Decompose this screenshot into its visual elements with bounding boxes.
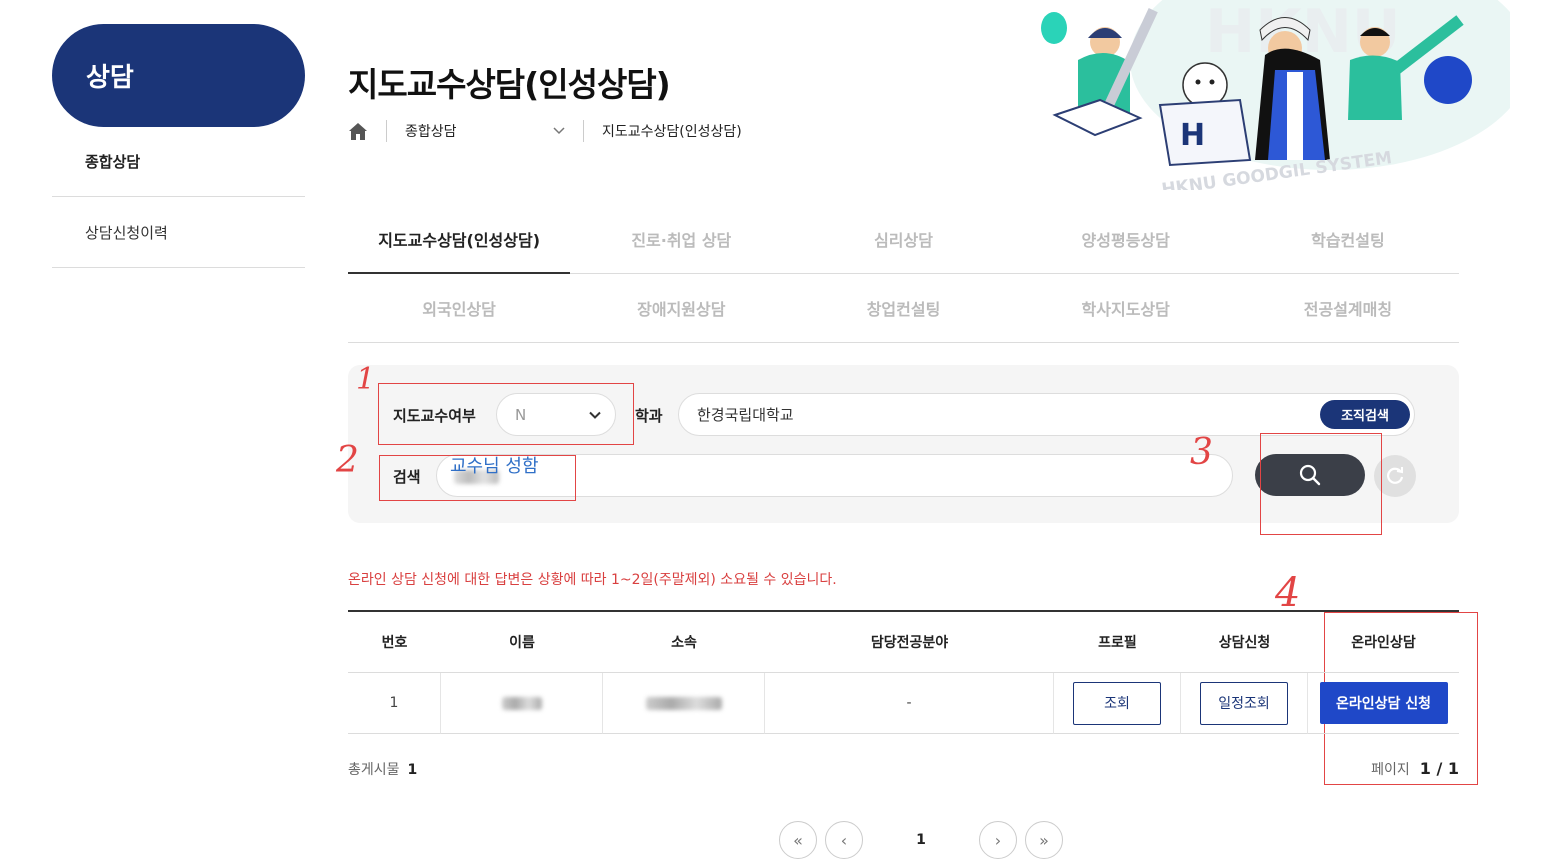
table-row: 1 - 조회 일정조회 온라인상담 신청 <box>348 673 1459 734</box>
total-label: 총게시물 <box>348 762 400 778</box>
total-value: 1 <box>407 762 418 778</box>
svg-text:H: H <box>1180 118 1205 153</box>
last-page-button[interactable]: » <box>1025 821 1063 859</box>
redacted-affiliation <box>645 696 722 710</box>
dept-value: 한경국립대학교 <box>697 406 794 424</box>
pagination: « ‹ 1 › » <box>779 821 1071 859</box>
page-info: 페이지 1 / 1 <box>1371 759 1459 779</box>
col-header-number: 번호 <box>348 612 441 673</box>
cell-name <box>441 673 603 734</box>
redacted-name <box>501 696 542 710</box>
tab-advisor-counseling[interactable]: 지도교수상담(인성상담) <box>348 205 571 274</box>
breadcrumb-level1: 종합상담 <box>405 124 457 140</box>
next-page-button[interactable]: › <box>979 821 1017 859</box>
sidebar-item-counseling-history[interactable]: 상담신청이력 <box>52 197 305 268</box>
refresh-icon <box>1387 467 1404 484</box>
prev-page-button[interactable]: ‹ <box>825 821 863 859</box>
breadcrumb-level2: 지도교수상담(인성상담) <box>602 124 742 140</box>
cell-affiliation <box>603 673 765 734</box>
profile-view-button[interactable]: 조회 <box>1073 681 1161 725</box>
page-label: 페이지 <box>1371 762 1410 778</box>
col-header-name: 이름 <box>441 612 603 673</box>
col-header-apply: 상담신청 <box>1181 612 1308 673</box>
cell-number: 1 <box>348 673 441 734</box>
cell-field: - <box>765 673 1054 734</box>
cell-apply: 일정조회 <box>1181 673 1308 734</box>
annotation-box-3 <box>1260 433 1382 535</box>
annotation-hint: 교수님 성함 <box>450 456 539 477</box>
page-value: 1 / 1 <box>1419 759 1459 778</box>
schedule-view-button[interactable]: 일정조회 <box>1200 681 1288 725</box>
tab-major-matching[interactable]: 전공설계매칭 <box>1237 274 1459 342</box>
tab-psychological-counseling[interactable]: 심리상담 <box>792 205 1014 273</box>
org-search-button[interactable]: 조직검색 <box>1320 400 1410 429</box>
col-header-profile: 프로필 <box>1054 612 1181 673</box>
tab-startup-consulting[interactable]: 창업컨설팅 <box>792 274 1014 342</box>
col-header-affiliation: 소속 <box>603 612 765 673</box>
cell-online: 온라인상담 신청 <box>1308 673 1459 734</box>
annotation-number-2: 2 <box>336 440 359 481</box>
table-header-row: 번호 이름 소속 담당전공분야 프로필 상담신청 온라인상담 <box>348 612 1459 673</box>
cell-profile: 조회 <box>1054 673 1181 734</box>
breadcrumb: 종합상담 지도교수상담(인성상담) <box>348 116 742 146</box>
tab-academic-counseling[interactable]: 학사지도상담 <box>1015 274 1237 342</box>
tab-career-counseling[interactable]: 진로·취업 상담 <box>570 205 792 273</box>
chevron-down-icon <box>553 127 565 135</box>
notice-text: 온라인 상담 신청에 대한 답변은 상황에 따라 1~2일(주말제외) 소요될 … <box>348 572 837 588</box>
dept-field[interactable]: 한경국립대학교 조직검색 <box>678 393 1415 436</box>
annotation-number-3: 3 <box>1190 432 1213 473</box>
first-page-button[interactable]: « <box>779 821 817 859</box>
page-number-current[interactable]: 1 <box>871 832 971 848</box>
category-tabs: 지도교수상담(인성상담) 진로·취업 상담 심리상담 양성평등상담 학습컨설팅 … <box>348 205 1459 343</box>
sidebar-title: 상담 <box>52 24 305 127</box>
annotation-box-1 <box>378 383 634 445</box>
tab-disability-counseling[interactable]: 장애지원상담 <box>570 274 792 342</box>
header-illustration: HKNU H HKNU GOODGIL SYSTEM <box>1030 0 1510 190</box>
tab-foreigner-counseling[interactable]: 외국인상담 <box>348 274 570 342</box>
col-header-field: 담당전공분야 <box>765 612 1054 673</box>
home-icon[interactable] <box>348 121 368 141</box>
advisor-table: 번호 이름 소속 담당전공분야 프로필 상담신청 온라인상담 1 - 조회 일정… <box>348 610 1459 734</box>
sidebar-item-general-counseling[interactable]: 종합상담 <box>52 126 305 197</box>
annotation-number-1: 1 <box>356 362 376 397</box>
total-count: 총게시물 1 <box>348 759 417 779</box>
page-title: 지도교수상담(인성상담) <box>348 65 671 104</box>
dept-label: 학과 <box>635 407 663 425</box>
online-counseling-apply-button[interactable]: 온라인상담 신청 <box>1319 682 1448 724</box>
tab-gender-equality-counseling[interactable]: 양성평등상담 <box>1015 205 1237 273</box>
breadcrumb-dropdown[interactable]: 종합상담 <box>405 121 565 141</box>
col-header-online: 온라인상담 <box>1308 612 1459 673</box>
tab-learning-consulting[interactable]: 학습컨설팅 <box>1237 205 1459 273</box>
